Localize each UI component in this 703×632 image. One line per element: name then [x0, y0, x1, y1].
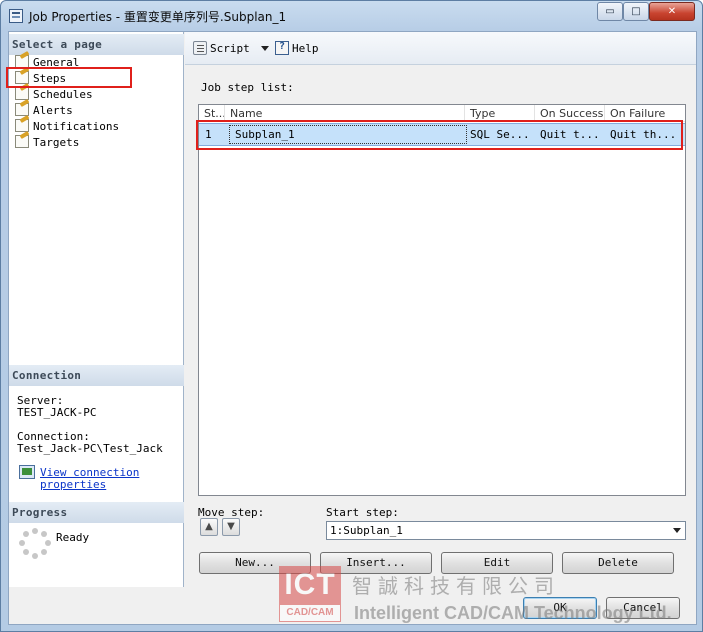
page-item-label: Targets — [33, 136, 80, 149]
logo-text-bottom: CAD/CAM — [279, 604, 341, 622]
watermark-company-english: Intelligent CAD/CAM Technology Ltd. — [354, 603, 672, 623]
page-item-label: Steps — [33, 72, 67, 85]
progress-spinner-icon — [19, 528, 51, 560]
job-properties-window: Job Properties - 重置变更单序列号.Subplan_1 ▭ □ … — [0, 0, 703, 632]
start-step-value: 1:Subplan_1 — [330, 524, 403, 537]
script-dropdown-arrow-icon[interactable] — [261, 46, 269, 51]
column-header-type[interactable]: Type — [465, 105, 535, 122]
script-label: Script — [210, 42, 250, 55]
cell-type: SQL Se... — [470, 128, 530, 141]
logo-text-top: ICT — [279, 566, 341, 604]
dialog-client-area: Select a page General Steps Schedules Al… — [8, 31, 697, 625]
column-header-on-failure[interactable]: On Failure — [605, 105, 685, 122]
connection-header: Connection — [9, 365, 184, 386]
script-icon — [193, 41, 207, 55]
progress-status: Ready — [56, 531, 90, 544]
cell-on-failure: Quit th... — [610, 128, 677, 141]
help-button[interactable]: Help — [275, 41, 319, 55]
column-header-name[interactable]: Name — [225, 105, 465, 122]
help-icon — [275, 41, 289, 55]
right-pane: Script Help Job step list: St... Name Ty… — [185, 32, 696, 587]
move-step-up-button[interactable]: ▲ — [200, 518, 218, 536]
title-bar[interactable]: Job Properties - 重置变更单序列号.Subplan_1 ▭ □ … — [1, 1, 702, 31]
cell-step: 1 — [205, 128, 212, 141]
connection-properties-icon — [19, 465, 35, 479]
page-item-notifications[interactable]: Notifications — [15, 119, 119, 135]
page-item-targets[interactable]: Targets — [15, 135, 79, 151]
page-item-label: Alerts — [33, 104, 73, 117]
page-item-label: Schedules — [33, 88, 93, 101]
window-title: Job Properties - 重置变更单序列号.Subplan_1 — [29, 10, 287, 24]
job-step-list-label: Job step list: — [201, 81, 294, 94]
job-step-list[interactable]: St... Name Type On Success On Failure 1 … — [198, 104, 686, 496]
close-button[interactable]: ✕ — [649, 2, 695, 21]
watermark-company-chinese: 智誠科技有限公司 — [352, 574, 560, 598]
script-button[interactable]: Script — [193, 41, 250, 55]
page-item-label: General — [33, 56, 80, 69]
cell-on-success: Quit t... — [540, 128, 600, 141]
window-app-icon — [9, 9, 23, 23]
ict-watermark-logo: ICT CAD/CAM — [279, 566, 341, 624]
start-step-label: Start step: — [326, 506, 399, 519]
page-icon — [15, 135, 29, 148]
toolbar: Script Help — [185, 32, 696, 65]
page-item-label: Notifications — [33, 120, 120, 133]
server-value: TEST_JACK-PC — [17, 406, 97, 419]
start-step-select[interactable]: 1:Subplan_1 — [326, 521, 686, 540]
delete-step-button[interactable]: Delete — [562, 552, 674, 574]
cell-name: Subplan_1 — [235, 128, 295, 141]
table-row[interactable]: 1 Subplan_1 SQL Se... Quit t... Quit th.… — [199, 123, 685, 146]
move-step-down-button[interactable]: ▼ — [222, 518, 240, 536]
column-header-step[interactable]: St... — [199, 105, 225, 122]
progress-header: Progress — [9, 502, 184, 523]
help-label: Help — [292, 42, 319, 55]
left-pane: Select a page General Steps Schedules Al… — [9, 32, 184, 587]
list-header: St... Name Type On Success On Failure — [199, 105, 685, 122]
maximize-button[interactable]: □ — [623, 2, 649, 21]
column-header-on-success[interactable]: On Success — [535, 105, 605, 122]
chevron-down-icon — [673, 528, 681, 533]
connection-value: Test_Jack-PC\Test_Jack — [17, 442, 163, 455]
view-connection-properties-link-2[interactable]: properties — [40, 478, 106, 491]
select-page-header: Select a page — [9, 34, 184, 55]
minimize-button[interactable]: ▭ — [597, 2, 623, 21]
